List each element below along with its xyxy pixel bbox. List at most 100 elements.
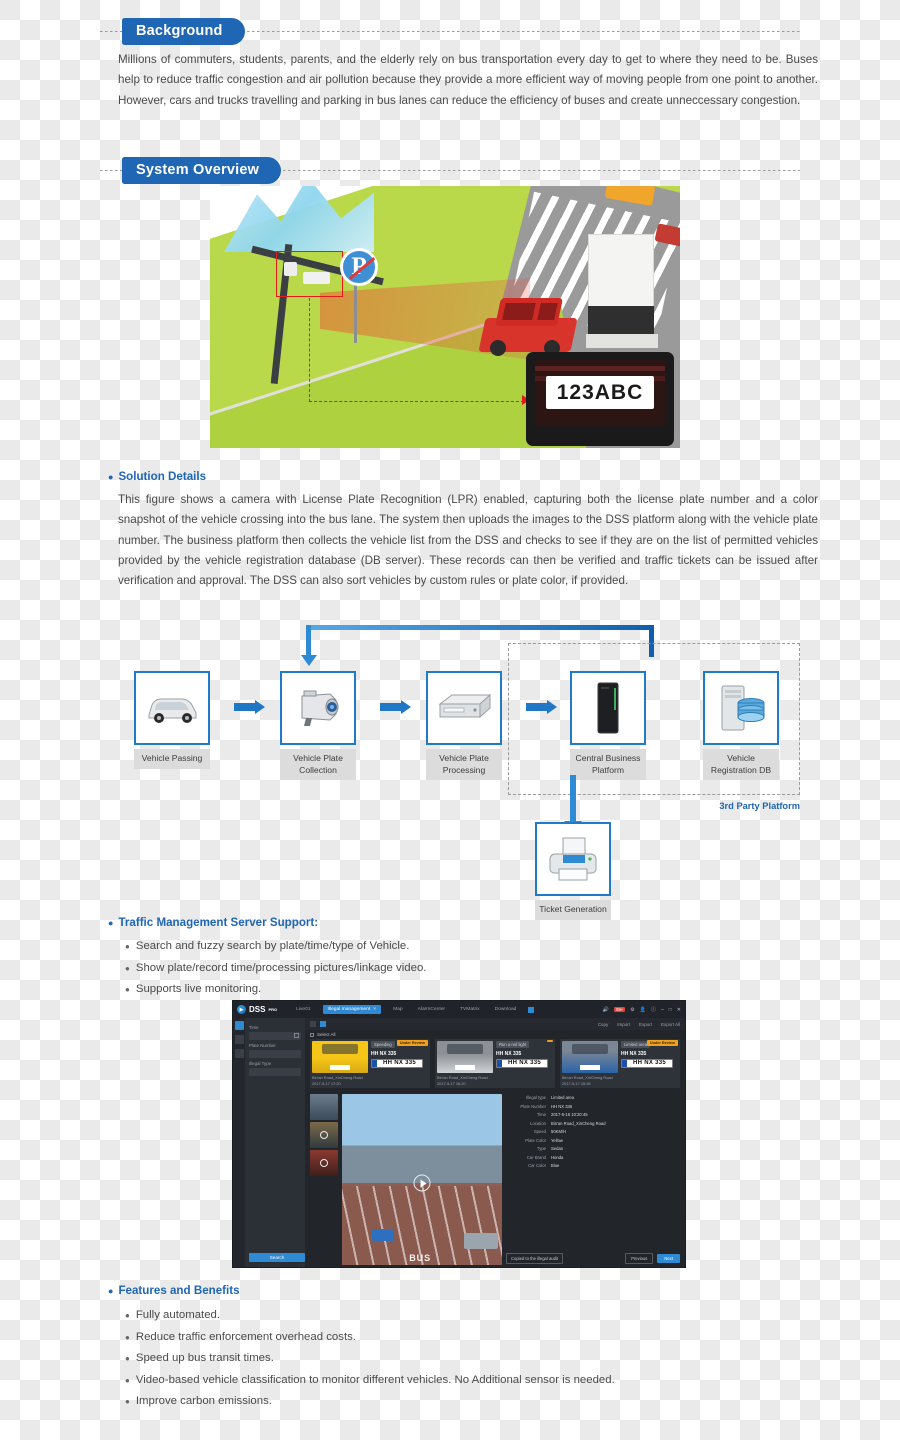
flow-node-central-business-platform[interactable]: Central Business Platform — [570, 671, 646, 780]
flow-node-vehicle-plate-processing[interactable]: Vehicle Plate Processing — [426, 671, 502, 780]
gear-icon[interactable]: ⚙ — [630, 1007, 634, 1013]
help-icon[interactable]: ⓘ — [651, 1006, 656, 1013]
features-heading: ● Features and Benefits — [108, 1284, 240, 1297]
dotted-rule-left — [100, 31, 122, 32]
detail-key: Location — [530, 1120, 546, 1126]
import-button[interactable]: Import — [617, 1022, 630, 1027]
evidence-thumbnail-video[interactable] — [310, 1122, 338, 1148]
lpr-capture-display: 123ABC — [526, 352, 674, 446]
dss-left-panel: Time Plate Number Illegal Type Search — [233, 1018, 305, 1267]
tab-illegal-management[interactable]: Illegal management × — [322, 1005, 382, 1014]
rail-icon-records[interactable] — [234, 1035, 244, 1044]
plate-number-input[interactable] — [249, 1050, 301, 1058]
play-icon[interactable] — [413, 1174, 431, 1192]
tab-live01[interactable]: Live01 — [293, 1005, 313, 1014]
red-car-window-rear — [537, 303, 558, 320]
tab-tvmatrix[interactable]: TVMatrix — [457, 1005, 483, 1014]
detail-value: HH NX 335 — [551, 1103, 573, 1109]
evidence-thumbnail-image[interactable] — [310, 1094, 338, 1120]
select-all-row[interactable]: Select All — [305, 1030, 685, 1039]
next-button[interactable]: Next — [657, 1254, 680, 1263]
background-section-header: Background — [100, 18, 800, 45]
no-parking-sign-icon: P — [340, 248, 378, 286]
list-item[interactable]: Under Review Limited area HH NX 335 HH N… — [560, 1039, 680, 1088]
tab-alarmcenter[interactable]: AlarmCenter — [415, 1005, 448, 1014]
maximize-icon[interactable]: □ — [669, 1007, 672, 1013]
system-overview-section-header: System Overview — [100, 157, 800, 184]
user-icon[interactable]: 👤 — [640, 1007, 646, 1013]
features-heading-text: Features and Benefits — [118, 1284, 240, 1297]
illegal-type-input[interactable] — [249, 1068, 301, 1076]
list-item[interactable]: Under Review Speeding HH NX 335 HH NX 33… — [310, 1039, 430, 1088]
solution-details-paragraph-text: This figure shows a camera with License … — [118, 493, 818, 588]
detail-key: Illegal type — [525, 1095, 546, 1100]
play-icon[interactable] — [320, 1159, 328, 1167]
add-tab-icon[interactable] — [528, 1006, 535, 1013]
alarm-count-badge[interactable]: 99+ — [614, 1007, 626, 1012]
list-item: ● Video-based vehicle classification to m… — [125, 1370, 615, 1392]
camera-highlight-box — [276, 251, 343, 297]
minimize-icon[interactable]: – — [661, 1007, 664, 1013]
evidence-thumbnail-video-2[interactable] — [310, 1150, 338, 1176]
calendar-icon[interactable] — [294, 1033, 299, 1038]
system-overview-illustration: P 123ABC — [210, 186, 680, 448]
dss-brand-sup: PRO — [268, 1007, 278, 1012]
close-icon[interactable]: ✕ — [677, 1007, 681, 1013]
rail-icon-illegal[interactable] — [234, 1021, 244, 1030]
flow-node-vehicle-registration-db[interactable]: Vehicle Registration DB — [703, 671, 779, 780]
vehicle-snapshot[interactable] — [437, 1041, 493, 1073]
sign-post — [354, 281, 357, 343]
grid-view-icon[interactable] — [320, 1021, 326, 1027]
detail-panel-buttons[interactable]: Copied to the illegal audit Previous Nex… — [506, 1253, 680, 1264]
copy-button[interactable]: Copy — [598, 1022, 609, 1027]
list-item[interactable]: Run a red light HH NX 335 HH NX 335 Bin'… — [435, 1039, 555, 1088]
previous-button[interactable]: Previous — [625, 1253, 654, 1264]
time-input[interactable] — [249, 1032, 301, 1040]
vehicle-snapshot[interactable] — [562, 1041, 618, 1073]
search-button[interactable]: Search — [249, 1253, 305, 1262]
detail-row: Plate Number HH NX 335 — [510, 1103, 680, 1112]
dss-tab-bar[interactable]: Live01 Illegal management × Map AlarmCent… — [293, 1005, 535, 1014]
detail-row: Car Color Blue — [510, 1162, 680, 1171]
truck-cargo-box — [588, 234, 654, 308]
close-icon[interactable]: × — [373, 1007, 376, 1012]
bullet-dot-icon: ● — [125, 963, 130, 973]
tab-download[interactable]: Download — [492, 1005, 520, 1014]
flow-node-vehicle-plate-collection[interactable]: Vehicle Plate Collection — [280, 671, 356, 780]
flow-node-ticket-generation[interactable]: Ticket Generation — [535, 822, 611, 920]
dss-titlebar-actions[interactable]: 🔊 99+ ⚙ 👤 ⓘ – □ ✕ — [603, 1006, 681, 1014]
bullet-dot-icon: ● — [125, 1354, 130, 1363]
features-list: ● Fully automated. ● Reduce traffic enforc… — [125, 1305, 615, 1413]
violation-type-tag: Limited area — [621, 1041, 651, 1048]
tab-illegal-management-label: Illegal management — [327, 1007, 371, 1012]
toolbar-actions[interactable]: Copy Import Export Export All — [598, 1022, 680, 1027]
detail-key: Type — [536, 1146, 546, 1151]
dss-main-toolbar[interactable]: Copy Import Export Export All — [305, 1018, 685, 1030]
select-all-checkbox[interactable] — [310, 1032, 314, 1037]
select-all-label: Select All — [317, 1032, 336, 1037]
list-item-text: Reduce traffic enforcement overhead cost… — [135, 1330, 356, 1343]
export-button[interactable]: Export — [639, 1022, 652, 1027]
status-badge: Under Review — [646, 1040, 678, 1046]
flow-arrow-2-icon — [380, 700, 411, 714]
speaker-icon[interactable]: 🔊 — [603, 1007, 609, 1013]
play-icon[interactable] — [320, 1131, 328, 1139]
vehicle-snapshot[interactable] — [312, 1041, 368, 1073]
dss-module-rail[interactable] — [233, 1018, 245, 1267]
white-truck-illustration — [580, 234, 664, 354]
rail-icon-audit[interactable] — [234, 1049, 244, 1058]
record-time: 2017-5-17 16:20 — [437, 1080, 466, 1086]
plate-number-text: HH NX 335 — [496, 1051, 522, 1057]
list-view-icon[interactable] — [310, 1021, 316, 1027]
export-all-button[interactable]: Export All — [661, 1022, 680, 1027]
evidence-main-view[interactable]: BUS — [342, 1094, 502, 1265]
dss-pro-application-screenshot[interactable]: ▶ DSS PRO Live01 Illegal management × Map… — [232, 1000, 686, 1268]
detail-row: Illegal type Limited area — [510, 1094, 680, 1103]
copy-to-illegal-audit-button[interactable]: Copied to the illegal audit — [506, 1253, 564, 1264]
flow-node-vehicle-passing[interactable]: Vehicle Passing — [134, 671, 210, 769]
vehicle-plate-on-photo — [455, 1065, 475, 1070]
evidence-thumbnail-list[interactable] — [310, 1094, 338, 1265]
list-item-text: Improve carbon emissions. — [135, 1395, 272, 1407]
tab-map[interactable]: Map — [390, 1005, 406, 1014]
flow-arrow-3-icon — [526, 700, 557, 714]
